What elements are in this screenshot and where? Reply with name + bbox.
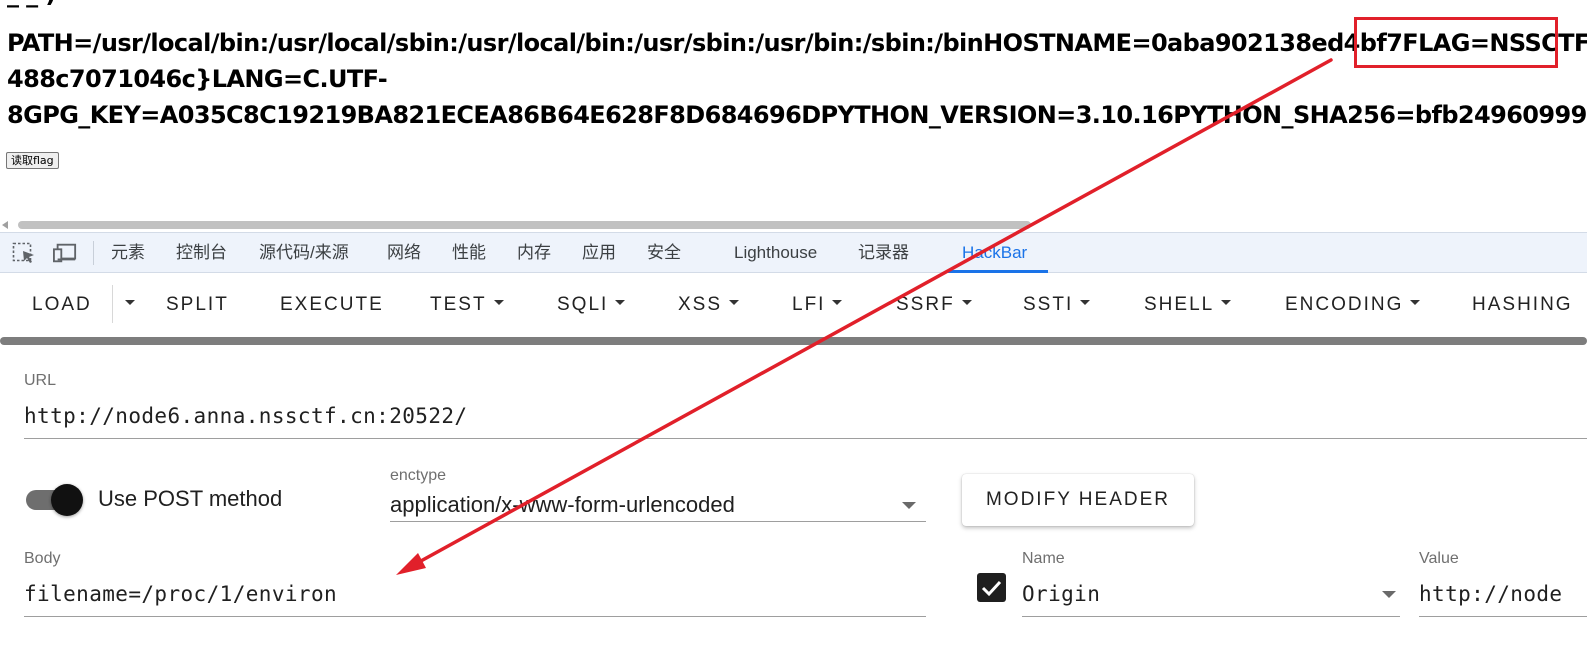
annotation-arrow: [396, 58, 1333, 575]
